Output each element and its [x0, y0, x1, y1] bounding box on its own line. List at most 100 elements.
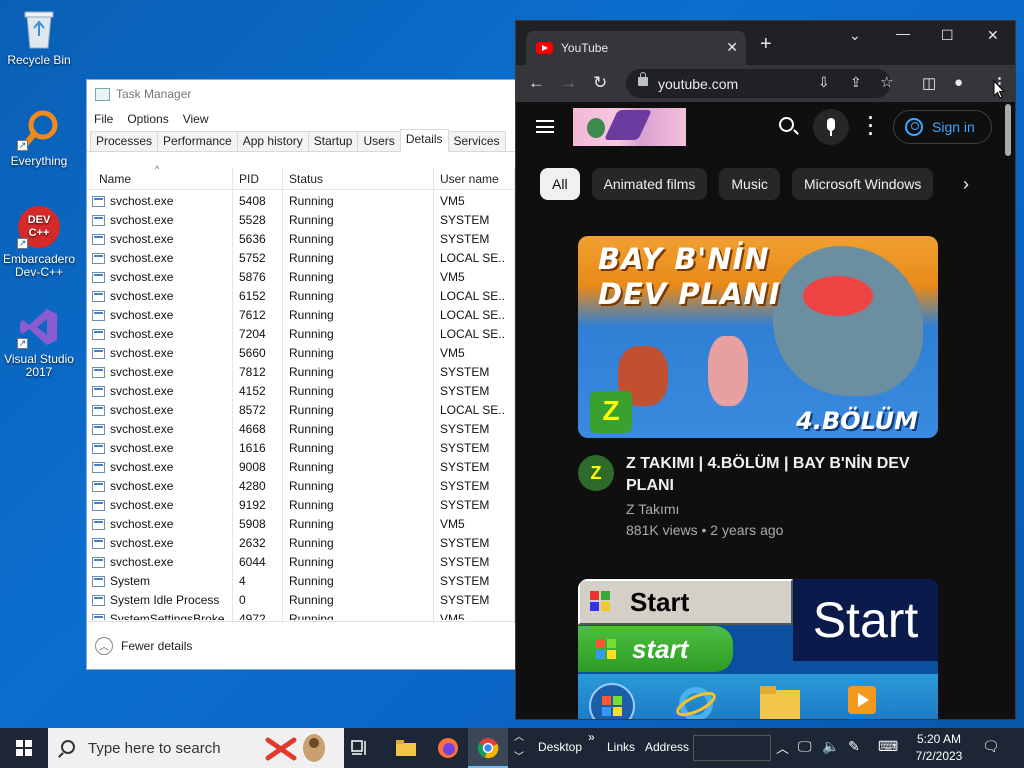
- taskbar-task-view[interactable]: [340, 728, 380, 768]
- search-icon[interactable]: [779, 117, 794, 132]
- desktop-toolbar-label[interactable]: Desktop: [538, 740, 582, 754]
- process-row[interactable]: System 4 Running SYSTEM: [87, 572, 515, 591]
- page-scrollbar[interactable]: [1005, 104, 1011, 156]
- desktop-icon-everything[interactable]: ↗ Everything: [0, 107, 78, 168]
- share-icon[interactable]: ⇪: [850, 74, 862, 91]
- process-row[interactable]: svchost.exe 7612 Running LOCAL SE...: [87, 306, 515, 325]
- show-hidden-icons-chevron-icon[interactable]: ︿: [776, 738, 789, 757]
- bookmark-star-icon[interactable]: ☆: [880, 73, 893, 91]
- network-icon[interactable]: 🖵: [798, 738, 812, 755]
- process-row[interactable]: svchost.exe 5636 Running SYSTEM: [87, 230, 515, 249]
- side-panel-icon[interactable]: ◫: [922, 74, 936, 92]
- process-row[interactable]: svchost.exe 5408 Running VM5: [87, 192, 515, 211]
- forward-arrow-icon[interactable]: →: [560, 73, 577, 93]
- process-row[interactable]: System Idle Process 0 Running SYSTEM: [87, 591, 515, 610]
- chip-animated-films[interactable]: Animated films: [591, 168, 708, 200]
- process-row[interactable]: svchost.exe 7812 Running SYSTEM: [87, 363, 515, 382]
- menu-options[interactable]: Options: [127, 112, 168, 126]
- task-manager-titlebar[interactable]: Task Manager: [87, 80, 515, 108]
- close-window-button[interactable]: ✕: [987, 27, 999, 44]
- settings-kebab-icon[interactable]: · · ·: [868, 109, 874, 143]
- channel-avatar[interactable]: Z: [578, 455, 614, 491]
- process-row[interactable]: svchost.exe 5908 Running VM5: [87, 515, 515, 534]
- desktop-icon-devcpp[interactable]: DEV C++ ↗ Embarcadero Dev-C++: [0, 205, 78, 279]
- minimize-button[interactable]: —: [896, 25, 910, 41]
- process-row[interactable]: svchost.exe 9192 Running SYSTEM: [87, 496, 515, 515]
- video-1-title[interactable]: Z TAKIMI | 4.BÖLÜM | BAY B'NİN DEV PLANI: [626, 453, 926, 497]
- toolbar-scroll-arrows-icon[interactable]: ︿ ﹀: [510, 728, 528, 768]
- taskbar-chrome[interactable]: [468, 728, 508, 768]
- chip-music[interactable]: Music: [719, 168, 780, 200]
- column-header-user[interactable]: User name: [434, 168, 514, 190]
- desktop-icon-visual-studio[interactable]: ↗ Visual Studio 2017: [0, 305, 78, 379]
- chips-next-chevron-icon[interactable]: ›: [946, 168, 986, 200]
- volume-muted-icon[interactable]: 🔈: [822, 738, 839, 755]
- process-row[interactable]: SystemSettingsBroke... 4972 Running VM5: [87, 610, 515, 620]
- fewer-details-button[interactable]: ︿ Fewer details: [87, 621, 515, 669]
- process-name: svchost.exe: [92, 308, 232, 322]
- taskbar-file-explorer[interactable]: [386, 728, 426, 768]
- tab-app-history[interactable]: App history: [236, 131, 309, 151]
- taskbar-firefox[interactable]: [428, 728, 468, 768]
- pen-workspace-icon[interactable]: ✎: [848, 738, 860, 755]
- process-row[interactable]: svchost.exe 4668 Running SYSTEM: [87, 420, 515, 439]
- tab-startup[interactable]: Startup: [307, 131, 359, 151]
- account-circle-icon: [905, 118, 923, 136]
- menu-file[interactable]: File: [94, 112, 113, 126]
- video-thumbnail-2[interactable]: Start start Start: [578, 579, 938, 719]
- column-header-name[interactable]: Name: [93, 168, 233, 190]
- browser-tab-youtube[interactable]: YouTube ✕: [526, 31, 746, 65]
- chip-microsoft-windows[interactable]: Microsoft Windows: [791, 168, 934, 200]
- voice-search-mic-icon[interactable]: [813, 109, 849, 145]
- tab-details[interactable]: Details: [399, 129, 449, 152]
- taskbar-search-box[interactable]: Type here to search: [48, 728, 344, 768]
- process-pid: 5408: [239, 194, 266, 208]
- process-row[interactable]: svchost.exe 5876 Running VM5: [87, 268, 515, 287]
- tab-users[interactable]: Users: [357, 131, 401, 151]
- process-row[interactable]: svchost.exe 4280 Running SYSTEM: [87, 477, 515, 496]
- process-row[interactable]: svchost.exe 5660 Running VM5: [87, 344, 515, 363]
- video-1-channel[interactable]: Z Takımı: [626, 501, 679, 517]
- youtube-doodle-logo[interactable]: [573, 108, 686, 146]
- maximize-button[interactable]: ☐: [941, 27, 954, 44]
- sign-in-button[interactable]: Sign in: [893, 110, 992, 144]
- notification-center-icon[interactable]: 🗨: [982, 738, 1000, 755]
- process-row[interactable]: svchost.exe 7204 Running LOCAL SE...: [87, 325, 515, 344]
- process-row[interactable]: svchost.exe 1616 Running SYSTEM: [87, 439, 515, 458]
- process-row[interactable]: svchost.exe 5528 Running SYSTEM: [87, 211, 515, 230]
- column-header-pid[interactable]: PID: [233, 168, 283, 190]
- process-row[interactable]: svchost.exe 6044 Running SYSTEM: [87, 553, 515, 572]
- process-row[interactable]: svchost.exe 2632 Running SYSTEM: [87, 534, 515, 553]
- install-app-icon[interactable]: ⇩: [818, 74, 830, 91]
- process-row[interactable]: svchost.exe 9008 Running SYSTEM: [87, 458, 515, 477]
- close-tab-icon[interactable]: ✕: [726, 39, 738, 56]
- hamburger-menu-icon[interactable]: [536, 120, 554, 133]
- desktop-icon-recycle-bin[interactable]: Recycle Bin: [0, 6, 78, 67]
- menu-view[interactable]: View: [183, 112, 209, 126]
- process-user: LOCAL SE...: [440, 327, 506, 341]
- process-row[interactable]: svchost.exe 5752 Running LOCAL SE...: [87, 249, 515, 268]
- profile-icon[interactable]: ●: [954, 74, 963, 91]
- touch-keyboard-icon[interactable]: ⌨: [878, 738, 898, 755]
- start-button[interactable]: [0, 728, 48, 768]
- video-thumbnail-1[interactable]: BAY B'NİN DEV PLANI Z 4.BÖLÜM: [578, 236, 938, 438]
- tab-processes[interactable]: Processes: [90, 131, 159, 151]
- toolbar-overflow-chevron-icon[interactable]: »: [588, 730, 595, 744]
- back-arrow-icon[interactable]: ←: [528, 73, 545, 93]
- column-header-status[interactable]: Status: [283, 168, 433, 190]
- address-bar[interactable]: youtube.com ⇩ ⇪ ☆: [626, 69, 893, 98]
- process-row[interactable]: svchost.exe 6152 Running LOCAL SE...: [87, 287, 515, 306]
- process-row[interactable]: svchost.exe 8572 Running LOCAL SE...: [87, 401, 515, 420]
- links-toolbar-label[interactable]: Links: [607, 740, 635, 754]
- address-toolbar-input[interactable]: [693, 735, 771, 761]
- process-status: Running: [289, 251, 334, 265]
- process-user: SYSTEM: [440, 441, 490, 455]
- tab-services[interactable]: Services: [447, 131, 506, 151]
- chip-all[interactable]: All: [540, 168, 580, 200]
- process-row[interactable]: svchost.exe 4152 Running SYSTEM: [87, 382, 515, 401]
- taskbar-clock[interactable]: 5:20 AM 7/2/2023: [910, 731, 968, 765]
- tab-performance[interactable]: Performance: [157, 131, 238, 151]
- tab-search-chevron-icon[interactable]: ⌄: [849, 27, 861, 44]
- new-tab-button[interactable]: +: [760, 33, 772, 56]
- reload-icon[interactable]: ↻: [593, 73, 607, 93]
